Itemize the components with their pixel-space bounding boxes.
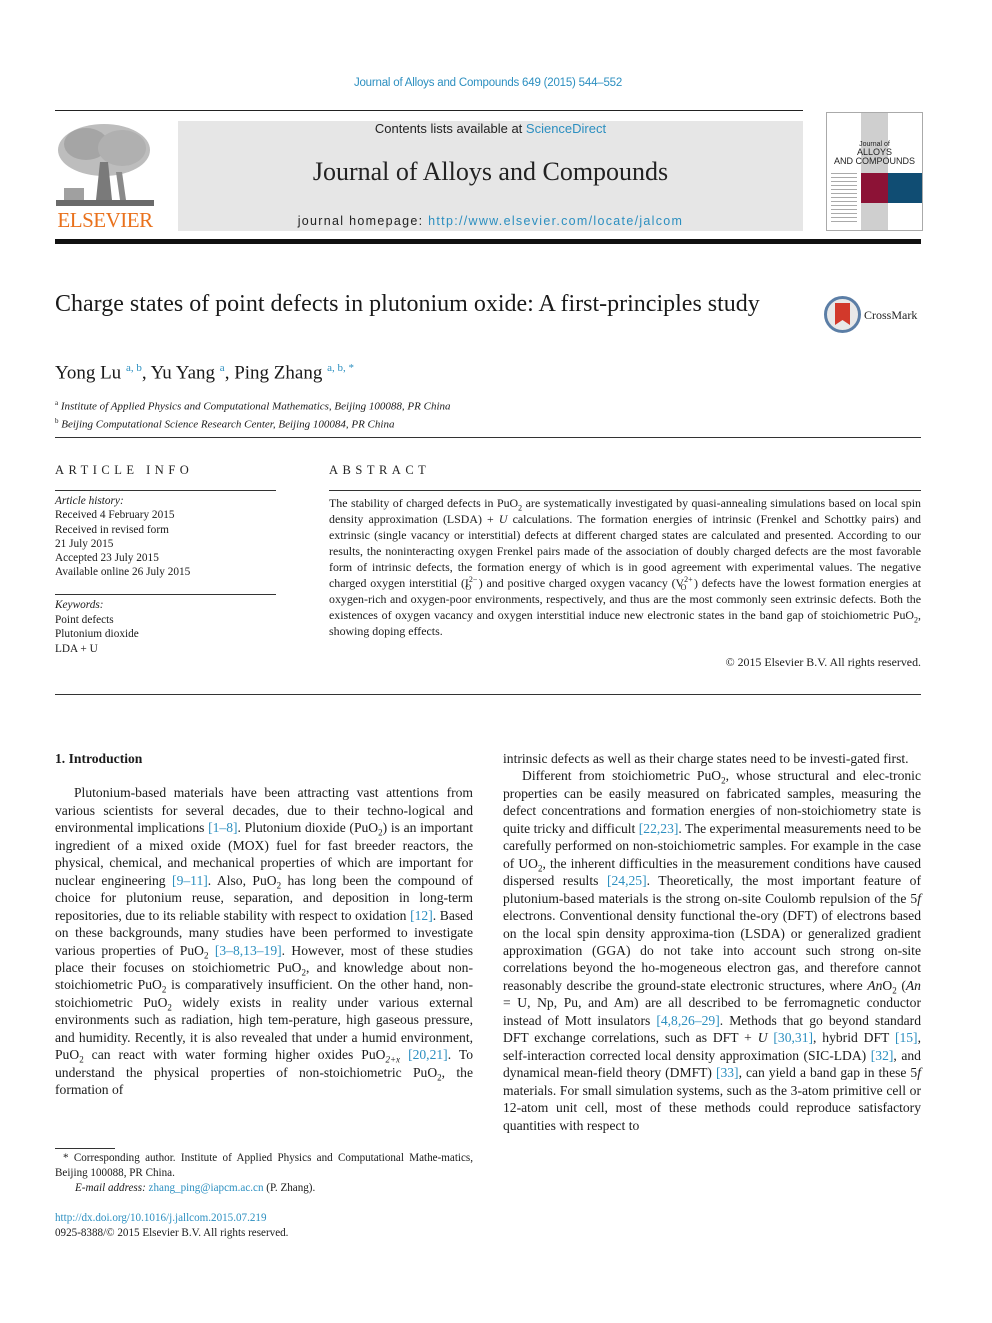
keyword-item[interactable]: Point defects (55, 613, 280, 628)
homepage-label: journal homepage: (297, 214, 429, 228)
divider (55, 490, 276, 491)
affiliation-text: Institute of Applied Physics and Computa… (60, 400, 451, 413)
body-paragraph: Different from stoichiometric PuO2, whos… (503, 768, 921, 1133)
crossmark-button[interactable]: CrossMark (824, 296, 924, 336)
citation-link[interactable]: [32] (871, 1048, 894, 1063)
citation-link[interactable]: [1–8] (208, 820, 237, 835)
abstract-heading: ABSTRACT (329, 463, 431, 477)
section-heading: 1. Introduction (55, 751, 143, 766)
corresponding-author-note: * Corresponding author. Institute of App… (55, 1152, 473, 1179)
cover-title-line3: AND COMPOUNDS (833, 156, 915, 166)
body-paragraph: Plutonium-based materials have been attr… (55, 785, 474, 1098)
cover-title: Journal of ALLOYS AND COMPOUNDS (827, 141, 922, 166)
divider (55, 437, 921, 438)
citation-link[interactable]: [12] (410, 908, 433, 923)
cover-red-block (861, 173, 888, 203)
elsevier-wordmark: ELSEVIER (57, 208, 153, 232)
body-paragraph: intrinsic defects as well as their charg… (503, 751, 909, 766)
affiliation-key: b (55, 416, 59, 425)
author-affil-marker[interactable]: a, b, * (327, 362, 354, 374)
journal-masthead: Contents lists available at ScienceDirec… (178, 121, 803, 231)
affiliation-item: a Institute of Applied Physics and Compu… (55, 396, 451, 414)
history-item: Received 4 February 2015 (55, 509, 175, 522)
history-label: Article history: (55, 495, 124, 507)
citation-link[interactable]: [9–11] (172, 873, 208, 888)
body-column-left: 1. Introduction Plutonium-based material… (55, 750, 473, 1099)
author-list: Yong Lu a, b, Yu Yang a, Ping Zhang a, b… (55, 362, 354, 384)
crossmark-label: CrossMark (864, 308, 918, 322)
citation-link[interactable]: [3–8,13–19] (215, 943, 282, 958)
divider (55, 594, 276, 595)
keywords: Keywords: Point defects Plutonium dioxid… (55, 598, 280, 656)
citation-link[interactable]: [15] (895, 1030, 918, 1045)
contents-prefix: Contents lists available at (374, 121, 526, 136)
article-info-heading: ARTICLE INFO (55, 463, 194, 477)
email-suffix: (P. Zhang). (263, 1182, 316, 1194)
divider (329, 490, 921, 491)
citation-link[interactable]: [33] (716, 1065, 739, 1080)
author-affil-marker[interactable]: a, b (126, 362, 142, 374)
citation-link[interactable]: [22,23] (639, 821, 679, 836)
author-name[interactable]: Yu Yang (151, 362, 215, 383)
abstract-text: The stability of charged defects in PuO2… (329, 496, 921, 638)
keywords-label: Keywords: (55, 599, 104, 611)
cover-stripe (861, 113, 888, 230)
keyword-item[interactable]: LDA + U (55, 642, 280, 657)
abstract-copyright: © 2015 Elsevier B.V. All rights reserved… (725, 655, 921, 669)
email-label: E-mail address: (75, 1182, 149, 1194)
author-affil-marker[interactable]: a (220, 362, 225, 374)
keyword-item[interactable]: Plutonium dioxide (55, 627, 280, 642)
footnotes: * Corresponding author. Institute of App… (55, 1151, 473, 1196)
journal-title: Journal of Alloys and Compounds (312, 157, 669, 186)
history-item: Received in revised form (55, 523, 169, 536)
doi-link[interactable]: http://dx.doi.org/10.1016/j.jallcom.2015… (55, 1212, 267, 1224)
divider (55, 694, 921, 695)
elsevier-logo[interactable]: ELSEVIER (54, 118, 156, 233)
affiliations: a Institute of Applied Physics and Compu… (55, 396, 451, 431)
top-divider (55, 110, 803, 111)
affiliation-key: a (55, 399, 59, 407)
citation-link[interactable]: [24,25] (607, 873, 647, 888)
doi-block: http://dx.doi.org/10.1016/j.jallcom.2015… (55, 1211, 288, 1241)
elsevier-tree-icon (56, 124, 154, 206)
homepage-link[interactable]: http://www.elsevier.com/locate/jalcom (428, 214, 683, 228)
body-column-right: intrinsic defects as well as their charg… (503, 750, 921, 1134)
issn-copyright: 0925-8388/© 2015 Elsevier B.V. All right… (55, 1227, 289, 1239)
article-title: Charge states of point defects in pluton… (55, 291, 760, 317)
journal-reference-link[interactable]: Journal of Alloys and Compounds 649 (201… (0, 77, 976, 89)
crossmark-icon (824, 296, 861, 333)
email-link[interactable]: zhang_ping@iapcm.ac.cn (149, 1182, 264, 1194)
contents-line: Contents lists available at ScienceDirec… (178, 121, 803, 136)
citation-link[interactable]: [4,8,26–29] (656, 1013, 719, 1028)
history-item: 21 July 2015 (55, 537, 114, 550)
footnote-divider (55, 1148, 115, 1149)
homepage-line: journal homepage: http://www.elsevier.co… (178, 214, 803, 228)
author-name[interactable]: Ping Zhang (234, 362, 322, 383)
email-line: E-mail address: zhang_ping@iapcm.ac.cn (… (55, 1181, 473, 1196)
history-item: Available online 26 July 2015 (55, 566, 191, 579)
affiliation-item: b Beijing Computational Science Research… (55, 414, 451, 432)
history-item: Accepted 23 July 2015 (55, 552, 159, 565)
journal-cover-thumbnail[interactable]: Journal of ALLOYS AND COMPOUNDS (826, 112, 923, 231)
cover-text-lines (831, 173, 857, 225)
sciencedirect-link[interactable]: ScienceDirect (526, 121, 606, 136)
citation-link[interactable]: [20,21] (408, 1047, 448, 1062)
affiliation-text: Beijing Computational Science Research C… (61, 418, 395, 431)
citation-link[interactable]: [30,31] (773, 1030, 813, 1045)
cover-blue-block (888, 173, 922, 203)
article-history: Article history: Received 4 February 201… (55, 494, 280, 580)
header-thick-divider (55, 239, 921, 244)
author-name[interactable]: Yong Lu (55, 362, 121, 383)
